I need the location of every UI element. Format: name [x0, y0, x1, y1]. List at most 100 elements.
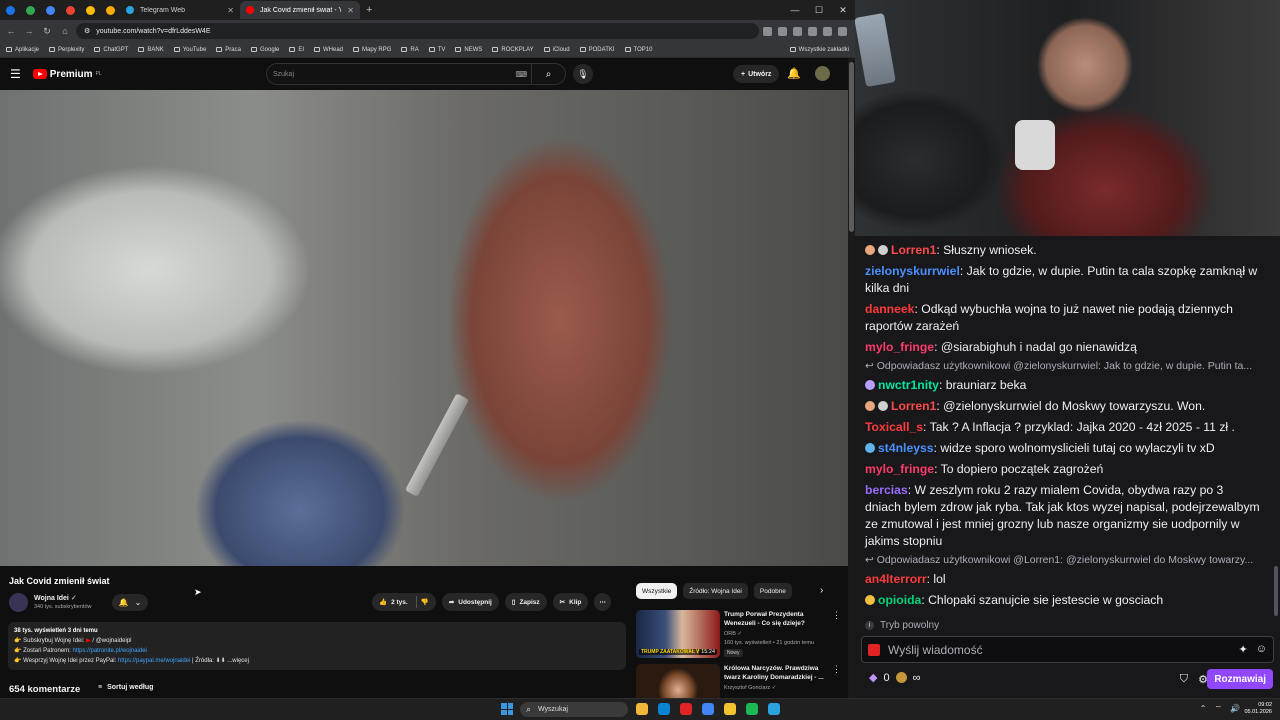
user-badge-icon[interactable] [865, 245, 875, 255]
chat-username[interactable]: danneek [865, 302, 914, 316]
tab-telegram[interactable]: Telegram Web ✕ [120, 1, 240, 19]
more-actions-button[interactable]: ⋯ [594, 593, 611, 611]
bookmark-item[interactable]: TOP10 [624, 47, 652, 53]
bookmark-item[interactable]: NEWS [455, 47, 482, 53]
channel-avatar[interactable] [9, 593, 28, 612]
shield-icon[interactable]: ⛉ [1180, 673, 1188, 686]
menu-icon[interactable]: ☰ [10, 67, 21, 81]
chip-all[interactable]: Wszystkie [636, 583, 678, 599]
bookmark-item[interactable]: Aplikacje [6, 47, 39, 53]
emote-icon[interactable] [868, 643, 880, 656]
extension-icon[interactable] [793, 26, 802, 36]
video-description[interactable]: 38 tys. wyświetleń 3 dni temu 👉 Subskryb… [8, 622, 626, 670]
bookmark-item[interactable]: iCloud [543, 47, 570, 53]
keyboard-icon[interactable]: ⌨ [515, 70, 527, 79]
taskbar-app-icon[interactable] [658, 703, 670, 715]
bookmark-item[interactable]: ROCKPLAY [492, 47, 534, 53]
chat-scrollbar[interactable] [1274, 566, 1278, 616]
sort-comments-button[interactable]: ≡ Sortuj według [98, 684, 153, 691]
tab-youtube-video[interactable]: Jak Covid zmienił świat - Yo ✕ [240, 1, 360, 19]
taskbar-app-icon[interactable] [702, 703, 714, 715]
chip-similar[interactable]: Podobne [753, 583, 792, 599]
search-input[interactable]: Szukaj ⌨ ⌕ [266, 63, 566, 85]
user-badge-icon[interactable] [865, 595, 875, 605]
taskbar-search[interactable]: Wyszukaj [520, 702, 628, 717]
share-button[interactable]: ➦ Udostępnij [441, 593, 499, 611]
bookmark-item[interactable]: TV [428, 47, 445, 53]
menu-icon[interactable] [838, 26, 847, 36]
site-info-icon[interactable]: ⚙ [84, 27, 90, 35]
channel-points[interactable]: ◆ 0 ∞ [869, 671, 920, 685]
chat-username[interactable]: nwctr1nity [878, 378, 939, 392]
star-icon[interactable] [778, 26, 787, 36]
chat-username[interactable]: Lorren1 [891, 399, 936, 413]
sparkle-icon[interactable]: ✦ [1239, 643, 1248, 656]
taskbar-app-icon[interactable] [724, 703, 736, 715]
create-button[interactable]: + Utwórz [733, 65, 780, 83]
reload-button[interactable]: ↻ [40, 26, 54, 37]
chat-username[interactable]: Lorren1 [891, 243, 936, 257]
extension-icon[interactable] [808, 26, 817, 36]
pinned-tab[interactable] [0, 1, 20, 19]
chevron-right-icon[interactable]: › [820, 585, 823, 596]
pinned-tab[interactable] [40, 1, 60, 19]
recommendation-item[interactable]: Królowa Narcyzów. Prawdziwa twarz Karoli… [636, 664, 841, 698]
bookmark-item[interactable]: Google [250, 47, 279, 53]
page-scrollbar[interactable] [848, 58, 855, 698]
paypal-link[interactable]: https://paypal.me/wojnaidei [118, 658, 190, 664]
wifi-icon[interactable]: ⌔ [1215, 704, 1223, 714]
chat-username[interactable]: opioida [878, 593, 921, 607]
user-badge-icon[interactable] [865, 443, 875, 453]
video-thumbnail[interactable]: TRUMP ZAATAKOWAŁ WEN 15:24 [636, 610, 720, 658]
all-bookmarks[interactable]: Wszystkie zakładki [789, 47, 849, 53]
taskbar-app-icon[interactable] [746, 703, 758, 715]
thumb-down-icon[interactable]: 👎 [421, 598, 429, 606]
bookmark-item[interactable]: RA [401, 47, 419, 53]
recommendation-item[interactable]: TRUMP ZAATAKOWAŁ WEN 15:24 Trump Porwał … [636, 610, 841, 660]
subscribed-bell-button[interactable]: 🔔 ⌄ [112, 594, 148, 611]
chat-username[interactable]: zielonyskurrwiel [865, 264, 960, 278]
pinned-tab[interactable] [100, 1, 120, 19]
taskbar-app-icon[interactable] [680, 703, 692, 715]
bookmark-item[interactable]: ChatGPT [94, 47, 128, 53]
maximize-button[interactable]: ☐ [807, 5, 831, 16]
bookmark-item[interactable]: BANK [138, 47, 164, 53]
taskbar-app-icon[interactable] [768, 703, 780, 715]
forward-button[interactable]: → [22, 26, 36, 36]
close-tab-icon[interactable]: ✕ [227, 6, 234, 15]
volume-icon[interactable]: 🔊 [1230, 704, 1240, 714]
chat-username[interactable]: an4lterrorr [865, 572, 927, 586]
bookmark-item[interactable]: EI [289, 47, 304, 53]
channel-name[interactable]: Wojna Idei ✓ [34, 594, 77, 602]
address-bar[interactable]: ⚙ youtube.com/watch?v=dfrLddesW4E [76, 23, 759, 39]
chat-input[interactable]: Wyślij wiadomość ✦ ☺ [861, 636, 1274, 663]
bookmark-item[interactable]: YouTube [173, 47, 206, 53]
windows-start-icon[interactable] [501, 703, 513, 715]
home-button[interactable]: ⌂ [58, 26, 72, 36]
new-tab-button[interactable]: + [366, 4, 372, 16]
minimize-button[interactable]: — [783, 5, 807, 15]
chat-send-button[interactable]: Rozmawiaj [1207, 669, 1273, 689]
close-window-button[interactable]: ✕ [831, 5, 855, 16]
voice-search-button[interactable]: 🎙 [573, 64, 593, 84]
chat-username[interactable]: mylo_fringe [865, 462, 934, 476]
bookmark-item[interactable]: Mapy RPG [353, 47, 391, 53]
profile-icon[interactable] [823, 26, 832, 36]
patronite-link[interactable]: https://patronite.pl/wojnaidei [73, 648, 147, 654]
clock[interactable]: 09:02 05.01.2026 [1244, 702, 1272, 716]
pinned-tab[interactable] [20, 1, 40, 19]
user-badge-icon[interactable] [865, 380, 875, 390]
bookmark-item[interactable]: PODATKI [579, 47, 615, 53]
bookmark-item[interactable]: WHead [314, 47, 343, 53]
video-player[interactable] [0, 90, 848, 566]
more-options-icon[interactable]: ⋮ [832, 610, 841, 621]
back-button[interactable]: ← [4, 26, 18, 36]
search-button[interactable]: ⌕ [531, 64, 565, 84]
chat-username[interactable]: mylo_fringe [865, 340, 934, 354]
save-button[interactable]: ▯ Zapisz [504, 593, 547, 611]
bookmark-item[interactable]: Praca [216, 47, 241, 53]
user-badge-icon[interactable] [878, 245, 888, 255]
like-button[interactable]: 👍 2 tys. 👎 [372, 593, 436, 611]
chat-username[interactable]: st4nleyss [878, 441, 934, 455]
pinned-tab[interactable] [80, 1, 100, 19]
